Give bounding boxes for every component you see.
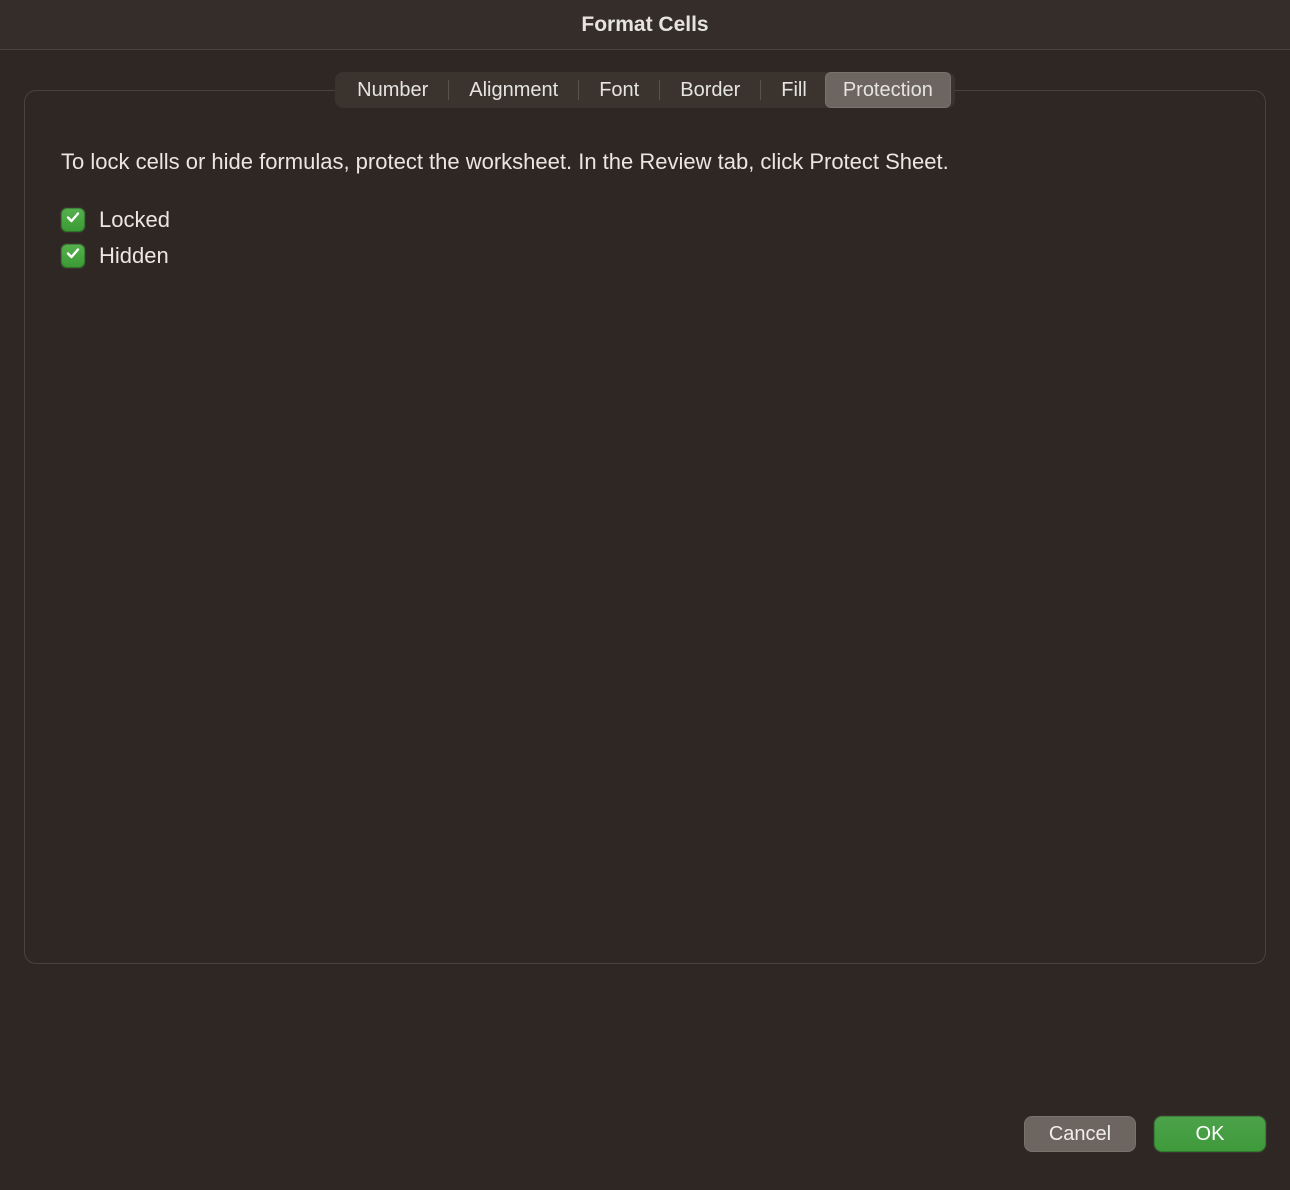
tab-separator (578, 80, 579, 100)
footer: Cancel OK (1024, 1116, 1266, 1152)
locked-checkbox[interactable] (61, 208, 85, 232)
panel-wrap: To lock cells or hide formulas, protect … (0, 90, 1290, 964)
titlebar: Format Cells (0, 0, 1290, 50)
tab-separator (448, 80, 449, 100)
protection-description: To lock cells or hide formulas, protect … (61, 147, 961, 177)
cancel-button[interactable]: Cancel (1024, 1116, 1136, 1152)
hidden-checkbox[interactable] (61, 244, 85, 268)
protection-panel: To lock cells or hide formulas, protect … (24, 90, 1266, 964)
tab-border[interactable]: Border (662, 72, 758, 108)
tab-number[interactable]: Number (339, 72, 446, 108)
check-icon (65, 245, 81, 266)
tab-protection[interactable]: Protection (825, 72, 951, 108)
check-icon (65, 209, 81, 230)
checkbox-group: Locked Hidden (61, 207, 1229, 269)
locked-label: Locked (99, 207, 170, 233)
tab-separator (659, 80, 660, 100)
tab-separator (760, 80, 761, 100)
hidden-label: Hidden (99, 243, 169, 269)
ok-button[interactable]: OK (1154, 1116, 1266, 1152)
hidden-row: Hidden (61, 243, 1229, 269)
window-title: Format Cells (581, 13, 708, 37)
tab-alignment[interactable]: Alignment (451, 72, 576, 108)
tabs: Number Alignment Font Border Fill Protec… (335, 72, 955, 108)
tab-font[interactable]: Font (581, 72, 657, 108)
locked-row: Locked (61, 207, 1229, 233)
tab-fill[interactable]: Fill (763, 72, 825, 108)
